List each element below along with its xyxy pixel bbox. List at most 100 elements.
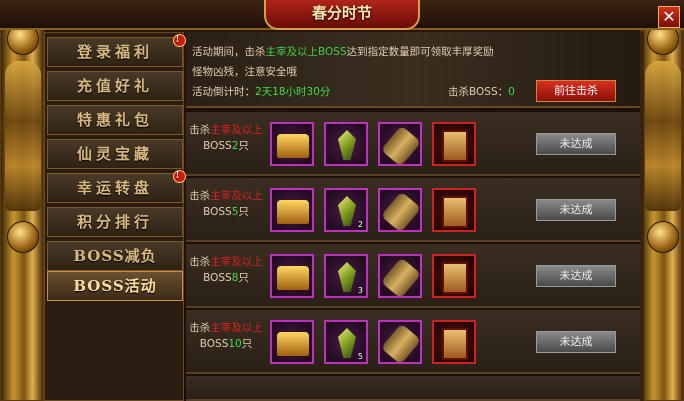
condition-text: 击杀: [189, 322, 211, 334]
condition-highlight: 主宰及以上: [210, 124, 263, 136]
reward-slot[interactable]: [432, 188, 476, 232]
go-kill-button[interactable]: 前往击杀: [536, 80, 616, 102]
countdown: 活动倒计时：2天18小时30分: [192, 84, 330, 99]
sidebar-item-label: 特惠礼包: [76, 111, 153, 129]
sidebar-item-points-rank[interactable]: 积分排行: [47, 207, 183, 237]
notification-badge: !: [173, 34, 186, 47]
condition-text: 击杀: [189, 190, 211, 202]
sidebar-item-label: 登录福利: [76, 43, 153, 61]
condition-text: BOSS: [203, 272, 232, 284]
close-button[interactable]: ✕: [658, 6, 680, 28]
sidebar-item-label: 积分排行: [76, 213, 153, 231]
title-bar: 春分时节 ✕: [0, 0, 684, 30]
reward-row: 击杀主宰及以上 BOSS8只 3 未达成: [186, 244, 640, 308]
scroll-icon: [380, 257, 422, 299]
info-text: 活动期间，击杀: [192, 46, 266, 58]
gem-crystal-icon: [338, 328, 356, 358]
event-description: 活动期间，击杀主宰及以上BOSS达到指定数量即可领取丰厚奖励: [192, 44, 494, 59]
boss-kill-value: 0: [508, 86, 515, 98]
boss-kill-count: 击杀BOSS：0: [448, 84, 515, 99]
condition-highlight: 主宰及以上: [210, 256, 263, 268]
reward-slot[interactable]: [378, 254, 422, 299]
reward-condition: 击杀主宰及以上 BOSS5只: [186, 188, 266, 220]
guardian-statue-icon: [5, 61, 41, 211]
reward-slot[interactable]: [378, 188, 422, 233]
item-quantity: 3: [357, 286, 363, 295]
sidebar-item-boss-event[interactable]: BOSS活动: [47, 271, 183, 301]
boss-kill-label: 击杀BOSS：: [448, 86, 509, 98]
sidebar-item-label: 充值好礼: [76, 77, 153, 95]
reward-slot[interactable]: 2: [324, 188, 368, 232]
reward-slot[interactable]: [270, 188, 314, 232]
ornament-knob-icon: [647, 221, 679, 253]
window-title: 春分时节: [264, 0, 420, 30]
claim-status-button[interactable]: 未达成: [536, 265, 616, 287]
gem-crystal-icon: [338, 262, 356, 292]
sidebar-item-fairy-treasure[interactable]: 仙灵宝藏: [47, 139, 183, 169]
condition-unit: 只: [238, 206, 249, 218]
reward-row: 击杀主宰及以上 BOSS10只 5 未达成: [186, 310, 640, 374]
reward-slot[interactable]: [378, 320, 422, 365]
right-pillar-decoration: [640, 20, 684, 401]
skill-book-icon: [442, 196, 468, 228]
event-info-banner: 活动期间，击杀主宰及以上BOSS达到指定数量即可领取丰厚奖励 怪物凶残，注意安全…: [186, 32, 640, 108]
event-warning: 怪物凶残，注意安全哦: [192, 66, 297, 78]
condition-text: BOSS: [203, 206, 232, 218]
scrollbar[interactable]: [640, 32, 644, 401]
main-panel: 活动期间，击杀主宰及以上BOSS达到指定数量即可领取丰厚奖励 怪物凶残，注意安全…: [186, 32, 640, 401]
reward-row: 击杀主宰及以上 BOSS2只 未达成: [186, 112, 640, 176]
skill-book-icon: [442, 328, 468, 360]
reward-row-partial: [186, 376, 640, 401]
scroll-icon: [380, 323, 422, 365]
reward-slot[interactable]: [270, 254, 314, 298]
countdown-value: 2天18小时30分: [255, 86, 331, 98]
info-highlight: 主宰及以上BOSS: [265, 46, 347, 58]
condition-unit: 只: [238, 140, 249, 152]
sidebar-item-login-bonus[interactable]: 登录福利 !: [47, 34, 186, 67]
reward-slot[interactable]: 5: [324, 320, 368, 364]
reward-slot[interactable]: [432, 320, 476, 364]
event-window: 春分时节 ✕ 登录福利 ! 充值好礼 特惠礼包 仙灵宝藏 幸运转盘 ! 积分排行…: [0, 0, 684, 401]
reward-slot[interactable]: [324, 122, 368, 166]
reward-slot[interactable]: 3: [324, 254, 368, 298]
sidebar-item-label: BOSS减负: [73, 247, 157, 265]
countdown-label: 活动倒计时：: [192, 86, 255, 98]
condition-unit: 只: [238, 272, 249, 284]
item-quantity: 2: [357, 220, 363, 229]
skill-book-icon: [442, 262, 468, 294]
reward-slot[interactable]: [432, 122, 476, 166]
reward-slot[interactable]: [270, 320, 314, 364]
reward-slot[interactable]: [432, 254, 476, 298]
claim-status-button[interactable]: 未达成: [536, 199, 616, 221]
info-text: 达到指定数量即可领取丰厚奖励: [346, 46, 494, 58]
notification-badge: !: [173, 170, 186, 183]
condition-unit: 只: [241, 338, 253, 350]
treasure-chest-icon: [277, 332, 309, 356]
reward-row: 击杀主宰及以上 BOSS5只 2 未达成: [186, 178, 640, 242]
claim-status-button[interactable]: 未达成: [536, 133, 616, 155]
sidebar: 登录福利 ! 充值好礼 特惠礼包 仙灵宝藏 幸运转盘 ! 积分排行 BOSS减负…: [44, 32, 186, 401]
sidebar-item-recharge-gift[interactable]: 充值好礼: [47, 71, 183, 101]
sidebar-item-special-pack[interactable]: 特惠礼包: [47, 105, 183, 135]
condition-count: 10: [228, 338, 242, 350]
condition-text: 击杀: [189, 124, 211, 136]
sidebar-item-lucky-wheel[interactable]: 幸运转盘 !: [47, 170, 186, 203]
guardian-statue-icon: [645, 61, 681, 211]
sidebar-item-label: 幸运转盘: [76, 179, 153, 197]
claim-status-button[interactable]: 未达成: [536, 331, 616, 353]
reward-condition: 击杀主宰及以上 BOSS2只: [186, 122, 266, 154]
scroll-icon: [380, 125, 422, 167]
gem-crystal-icon: [338, 130, 356, 160]
treasure-chest-icon: [277, 200, 309, 224]
condition-highlight: 主宰及以上: [210, 190, 263, 202]
sidebar-item-label: BOSS活动: [73, 277, 157, 295]
reward-slot[interactable]: [378, 122, 422, 167]
reward-slot[interactable]: [270, 122, 314, 166]
item-quantity: 5: [357, 352, 363, 361]
condition-text: BOSS: [203, 140, 232, 152]
skill-book-icon: [442, 130, 468, 162]
ornament-knob-icon: [7, 221, 39, 253]
treasure-chest-icon: [277, 134, 309, 158]
sidebar-item-label: 仙灵宝藏: [76, 145, 153, 163]
sidebar-item-boss-reduce[interactable]: BOSS减负: [47, 241, 183, 271]
